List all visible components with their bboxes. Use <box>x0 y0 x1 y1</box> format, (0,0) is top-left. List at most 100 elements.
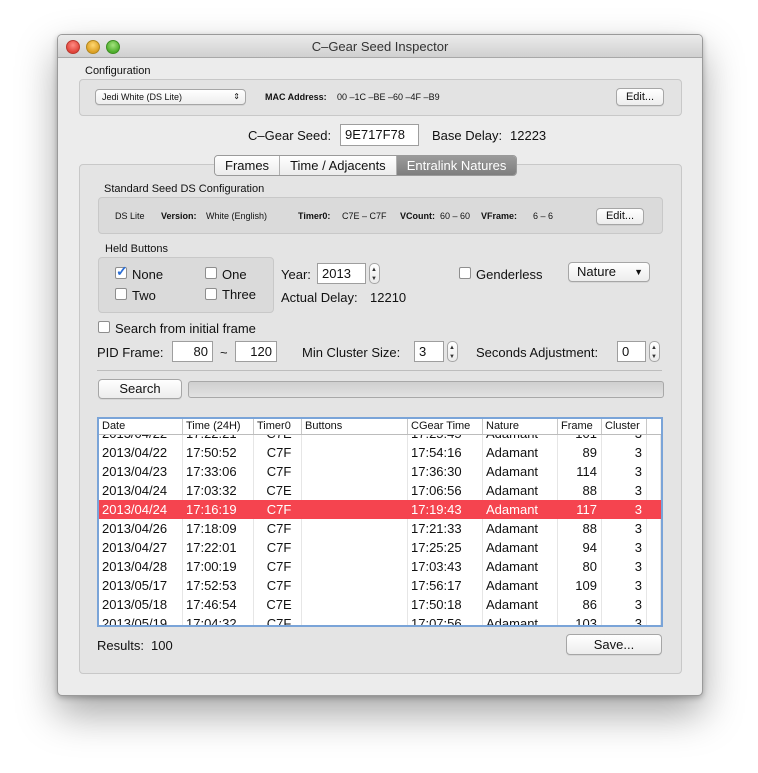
seconds-adjustment-field[interactable]: 0 <box>617 341 646 362</box>
search-initial-frame-label: Search from initial frame <box>115 321 256 336</box>
held-buttons-label: Held Buttons <box>105 243 168 255</box>
column-header-cgear-time[interactable]: CGear Time <box>408 419 483 434</box>
genderless-checkbox[interactable] <box>459 267 471 279</box>
cell-frame: 94 <box>558 538 602 557</box>
timer0-value: C7E – C7F <box>342 211 387 221</box>
cell-time: 17:18:09 <box>183 519 254 538</box>
table-row[interactable]: 2013/04/23 17:33:06 C7F 17:36:30 Adamant 114 3 <box>99 462 661 481</box>
none-checkbox-label: None <box>132 267 164 282</box>
cell-nature: Adamant <box>483 538 558 557</box>
cell-time: 17:52:53 <box>183 576 254 595</box>
year-field[interactable]: 2013 <box>317 263 366 284</box>
seconds-adjustment-stepper[interactable]: ▲ ▼ <box>649 341 660 362</box>
cell-spacer <box>647 443 661 462</box>
cell-spacer <box>647 462 661 481</box>
table-row[interactable]: 2013/04/26 17:18:09 C7F 17:21:33 Adamant 88 3 <box>99 519 661 538</box>
column-header-date[interactable]: Date <box>99 419 183 434</box>
one-checkbox[interactable] <box>205 267 217 279</box>
nature-popup[interactable]: Nature ▼ <box>568 262 650 282</box>
cell-frame: 89 <box>558 443 602 462</box>
table-rows: 2013/04/2217:22:21C7E17:25:45Adamant1013… <box>99 424 661 625</box>
table-row[interactable]: 2013/05/19 17:04:32 C7F 17:07:56 Adamant 103 3 <box>99 614 661 625</box>
cell-buttons <box>302 443 408 462</box>
cgear-seed-label: C–Gear Seed: <box>248 128 332 143</box>
cell-cluster: 3 <box>602 557 647 576</box>
two-checkbox[interactable] <box>115 288 127 300</box>
three-checkbox[interactable] <box>205 288 217 300</box>
cell-cgear-time: 17:50:18 <box>408 595 483 614</box>
divider <box>97 370 662 371</box>
column-header-nature[interactable]: Nature <box>483 419 558 434</box>
cell-cgear-time: 17:07:56 <box>408 614 483 625</box>
actual-delay-label: Actual Delay: <box>281 290 358 305</box>
cell-nature: Adamant <box>483 557 558 576</box>
cell-cgear-time: 17:36:30 <box>408 462 483 481</box>
cell-nature: Adamant <box>483 481 558 500</box>
version-value: White (English) <box>206 211 268 221</box>
cell-frame: 103 <box>558 614 602 625</box>
table-row[interactable]: 2013/04/22 17:50:52 C7F 17:54:16 Adamant 89 3 <box>99 443 661 462</box>
mac-address-value: 00 –1C –BE –60 –4F –B9 <box>337 92 440 102</box>
cell-spacer <box>647 519 661 538</box>
min-cluster-label: Min Cluster Size: <box>302 345 401 360</box>
table-row[interactable]: 2013/05/18 17:46:54 C7E 17:50:18 Adamant 86 3 <box>99 595 661 614</box>
cell-timer0: C7E <box>254 481 302 500</box>
cell-timer0: C7F <box>254 614 302 625</box>
cell-date: 2013/05/19 <box>99 614 183 625</box>
cell-time: 17:46:54 <box>183 595 254 614</box>
cell-cluster: 3 <box>602 462 647 481</box>
save-button[interactable]: Save... <box>566 634 662 655</box>
stepper-up-icon: ▲ <box>449 345 455 351</box>
year-stepper[interactable]: ▲ ▼ <box>369 263 380 284</box>
search-initial-frame-checkbox[interactable] <box>98 321 110 333</box>
cgear-seed-field[interactable]: 9E717F78 <box>340 124 419 146</box>
pid-frame-to-field[interactable]: 120 <box>235 341 277 362</box>
table-row[interactable]: 2013/04/24 17:16:19 C7F 17:19:43 Adamant 117 3 <box>99 500 661 519</box>
table-row[interactable]: 2013/04/24 17:03:32 C7E 17:06:56 Adamant 88 3 <box>99 481 661 500</box>
column-header-timer0[interactable]: Timer0 <box>254 419 302 434</box>
configuration-label: Configuration <box>85 65 151 77</box>
table-row[interactable]: 2013/05/17 17:52:53 C7F 17:56:17 Adamant 109 3 <box>99 576 661 595</box>
title-bar[interactable]: C–Gear Seed Inspector <box>58 35 702 58</box>
cell-frame: 88 <box>558 481 602 500</box>
cell-nature: Adamant <box>483 519 558 538</box>
ds-config-edit-button[interactable]: Edit... <box>596 208 644 225</box>
profile-popup[interactable]: Jedi White (DS Lite) ⇕ <box>95 89 246 105</box>
cell-date: 2013/04/23 <box>99 462 183 481</box>
cell-frame: 109 <box>558 576 602 595</box>
config-edit-button[interactable]: Edit... <box>616 88 664 106</box>
cell-time: 17:04:32 <box>183 614 254 625</box>
cell-date: 2013/04/22 <box>99 443 183 462</box>
column-header-time[interactable]: Time (24H) <box>183 419 254 434</box>
ds-type: DS Lite <box>115 211 145 221</box>
min-cluster-stepper[interactable]: ▲ ▼ <box>447 341 458 362</box>
search-button[interactable]: Search <box>98 379 182 399</box>
cell-cgear-time: 17:06:56 <box>408 481 483 500</box>
cell-nature: Adamant <box>483 462 558 481</box>
column-header-frame[interactable]: Frame <box>558 419 602 434</box>
stepper-down-icon: ▼ <box>371 276 377 282</box>
pid-frame-from-field[interactable]: 80 <box>172 341 213 362</box>
cell-nature: Adamant <box>483 443 558 462</box>
cell-cgear-time: 17:21:33 <box>408 519 483 538</box>
cell-nature: Adamant <box>483 614 558 625</box>
min-cluster-field[interactable]: 3 <box>414 341 444 362</box>
stepper-down-icon: ▼ <box>449 354 455 360</box>
column-header-cluster[interactable]: Cluster <box>602 419 647 434</box>
tab-time-adjacents[interactable]: Time / Adjacents <box>280 156 397 175</box>
base-delay-label: Base Delay: <box>432 128 503 143</box>
table-row[interactable]: 2013/04/28 17:00:19 C7F 17:03:43 Adamant 80 3 <box>99 557 661 576</box>
tab-entralink-natures[interactable]: Entralink Natures <box>396 156 517 175</box>
window-title: C–Gear Seed Inspector <box>311 39 449 54</box>
tab-frames[interactable]: Frames <box>215 156 281 175</box>
cell-timer0: C7F <box>254 576 302 595</box>
results-table[interactable]: 2013/04/2217:22:21C7E17:25:45Adamant1013… <box>97 417 663 627</box>
cell-time: 17:22:01 <box>183 538 254 557</box>
cell-cluster: 3 <box>602 538 647 557</box>
cell-buttons <box>302 481 408 500</box>
stepper-down-icon: ▼ <box>651 354 657 360</box>
column-header-buttons[interactable]: Buttons <box>302 419 408 434</box>
none-checkbox[interactable] <box>115 263 128 280</box>
table-row[interactable]: 2013/04/27 17:22:01 C7F 17:25:25 Adamant 94 3 <box>99 538 661 557</box>
cell-spacer <box>647 481 661 500</box>
